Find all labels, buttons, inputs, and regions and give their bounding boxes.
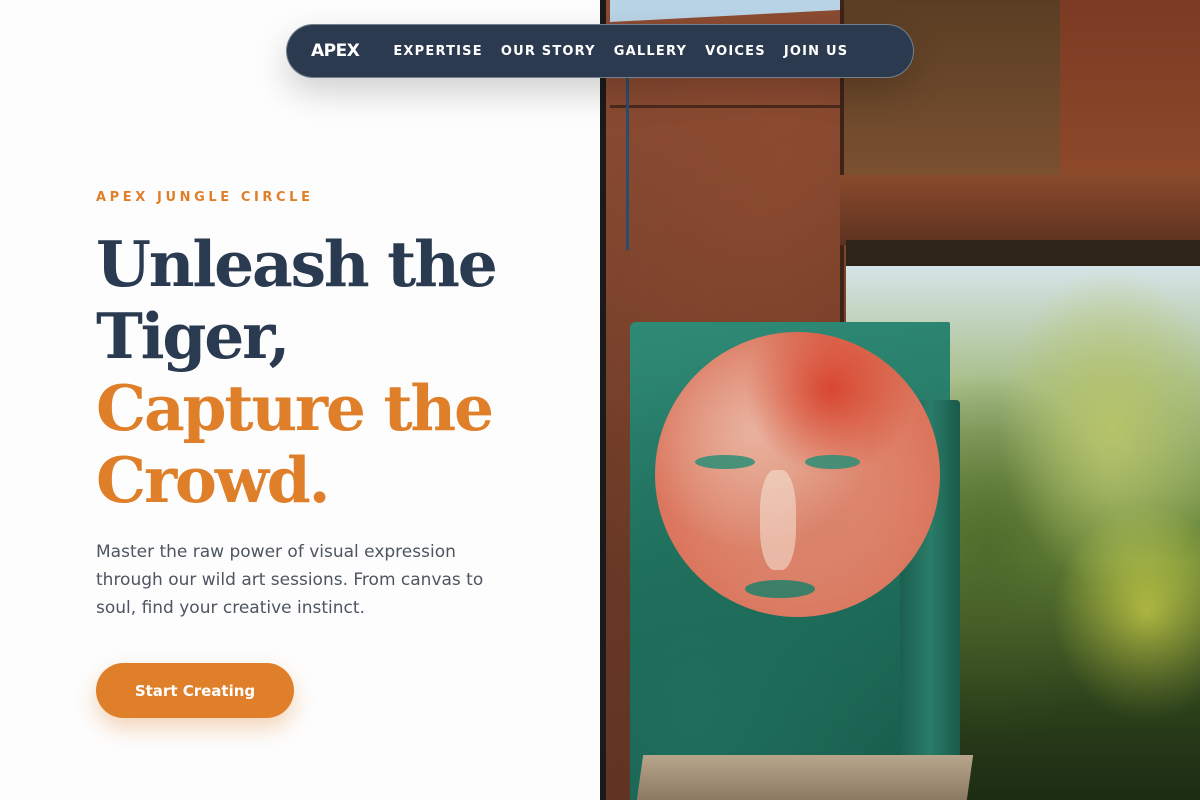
painted-face <box>655 332 940 617</box>
face-mouth <box>745 580 815 598</box>
main-nav: APEX EXPERTISE OUR STORY GALLERY VOICES … <box>286 24 914 78</box>
hero-section: APEX JUNGLE CIRCLE Unleash the Tiger, Ca… <box>0 0 600 800</box>
hanging-cable <box>626 70 629 250</box>
window-frame <box>840 175 1200 245</box>
start-creating-button[interactable]: Start Creating <box>96 663 294 718</box>
headline-line-1: Unleash the <box>96 227 498 301</box>
hero-eyebrow: APEX JUNGLE CIRCLE <box>96 190 314 205</box>
headline-line-3: Capture the <box>96 371 494 445</box>
headline-line-2: Tiger, <box>96 299 290 373</box>
face-eye <box>805 455 860 469</box>
nav-link-gallery[interactable]: GALLERY <box>614 44 687 59</box>
nav-link-expertise[interactable]: EXPERTISE <box>393 44 483 59</box>
hero-headline: Unleash the Tiger, Capture the Crowd. <box>96 228 576 516</box>
face-nose <box>760 470 796 570</box>
hero-description: Master the raw power of visual expressio… <box>96 542 484 618</box>
nav-link-join-us[interactable]: JOIN US <box>784 44 848 59</box>
metal-panel <box>1060 0 1200 190</box>
image-edge <box>600 0 606 800</box>
panel-seam <box>610 105 845 108</box>
headline-line-4: Crowd. <box>96 443 331 517</box>
window-frame-bar <box>846 240 1200 266</box>
nav-link-voices[interactable]: VOICES <box>705 44 766 59</box>
hero-artwork-image <box>600 0 1200 800</box>
wooden-bench <box>636 755 974 800</box>
face-eye <box>695 455 755 469</box>
brand-logo[interactable]: APEX <box>311 41 360 61</box>
nav-link-our-story[interactable]: OUR STORY <box>501 44 596 59</box>
